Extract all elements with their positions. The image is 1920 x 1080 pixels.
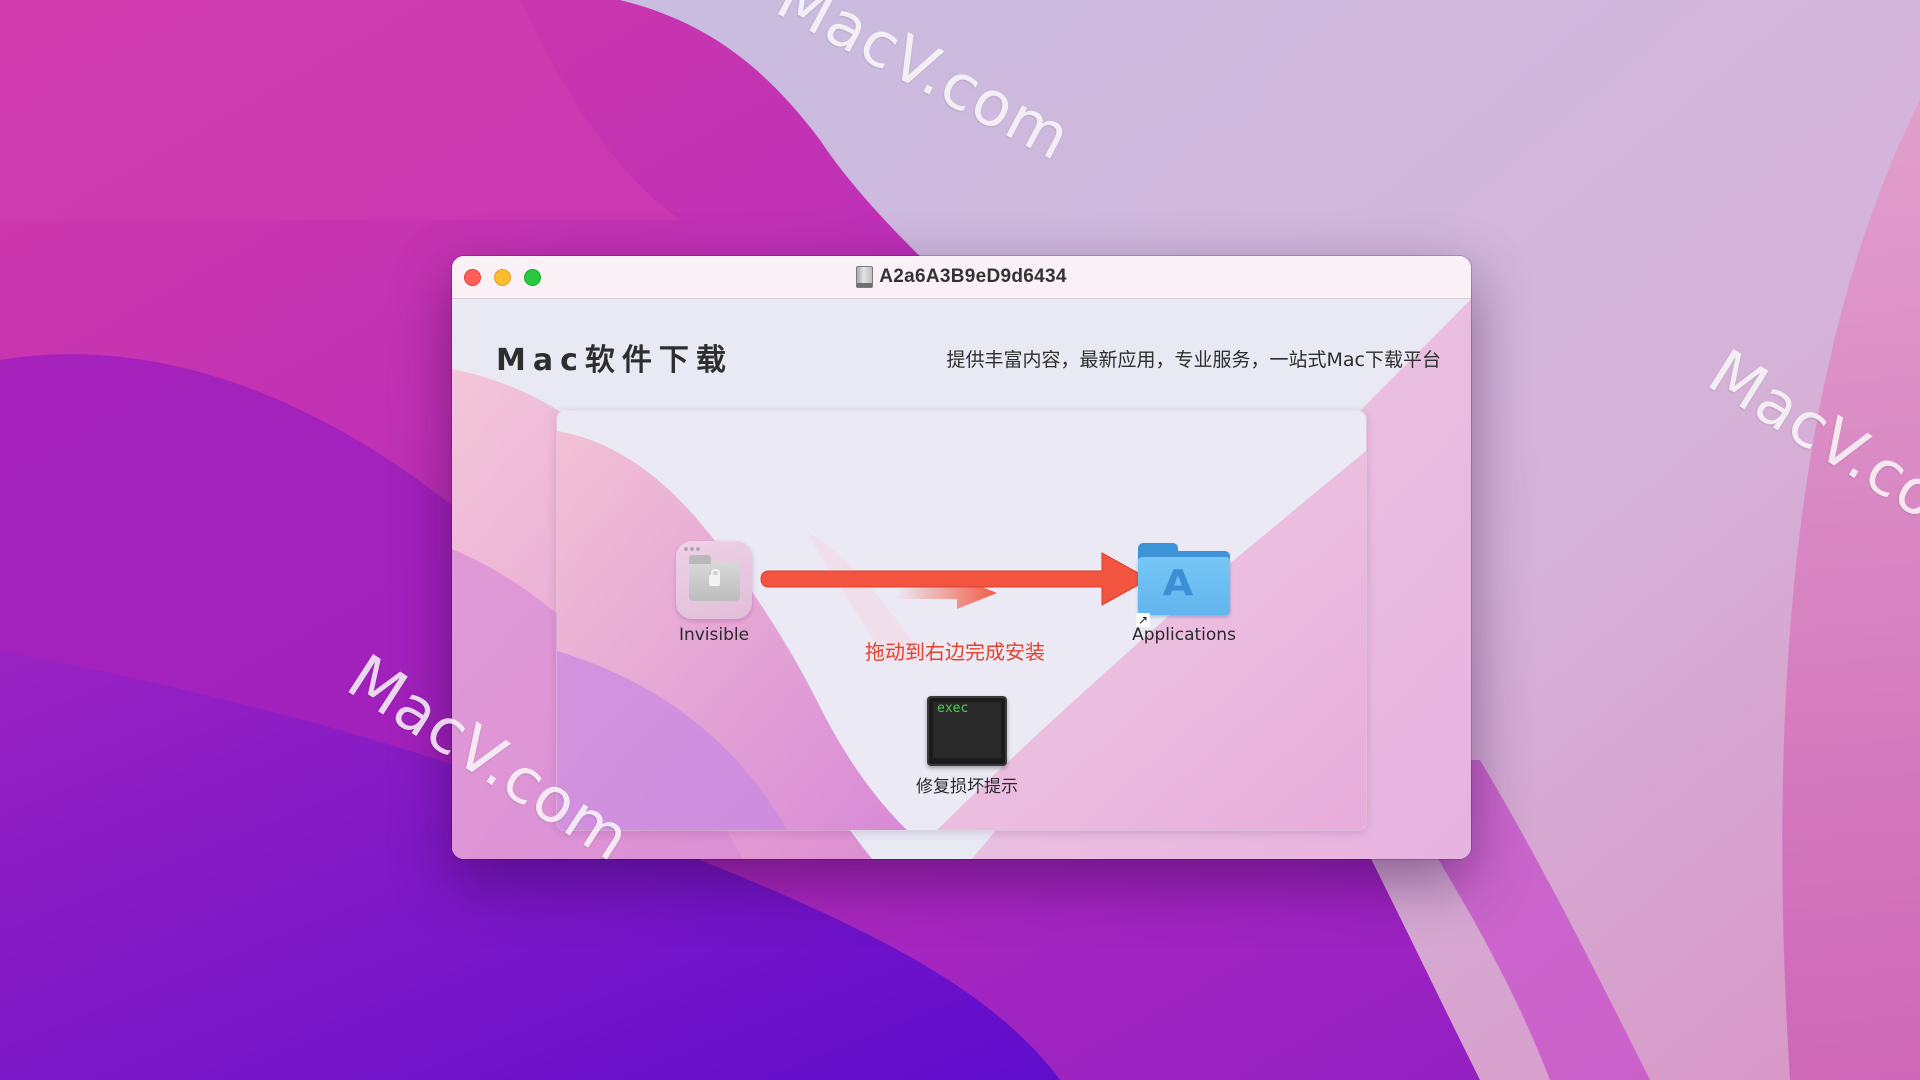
repair-script-item[interactable]: exec 修复损坏提示 [867, 696, 1067, 797]
locked-folder-app-icon[interactable] [676, 541, 752, 619]
brand-slogan: 提供丰富内容，最新应用，专业服务，一站式Mac下载平台 [946, 349, 1441, 371]
install-drop-panel: Invisible 拖动到右边完成安装 A ↗ Applications exe… [557, 411, 1366, 830]
window-title: A2a6A3B9eD9d6434 [879, 266, 1067, 287]
alias-arrow-icon: ↗ [1136, 613, 1150, 627]
exec-terminal-icon[interactable]: exec [927, 696, 1007, 766]
drag-arrow [757, 549, 1157, 619]
applications-folder-icon[interactable]: A ↗ [1136, 541, 1230, 627]
repair-script-label: 修复损坏提示 [916, 777, 1018, 797]
disk-image-icon [856, 266, 874, 288]
installer-background: Mac软件下载 提供丰富内容，最新应用，专业服务，一站式Mac下载平台 Invi… [452, 299, 1471, 859]
dmg-installer-window: A2a6A3B9eD9d6434 Mac软件下载 提供丰富内容，最新应用，专业服… [452, 256, 1471, 859]
brand-title: Mac软件下载 [496, 343, 733, 378]
applications-folder-label: Applications [1132, 625, 1236, 645]
exec-icon-text: exec [937, 701, 969, 716]
window-titlebar[interactable]: A2a6A3B9eD9d6434 [452, 256, 1471, 299]
drag-instruction-text: 拖动到右边完成安装 [865, 640, 1045, 664]
invisible-app-label: Invisible [678, 625, 750, 645]
lock-icon [709, 569, 720, 586]
app-store-glyph-icon: A [1162, 563, 1194, 604]
applications-folder-item[interactable]: A ↗ Applications [1119, 541, 1249, 645]
